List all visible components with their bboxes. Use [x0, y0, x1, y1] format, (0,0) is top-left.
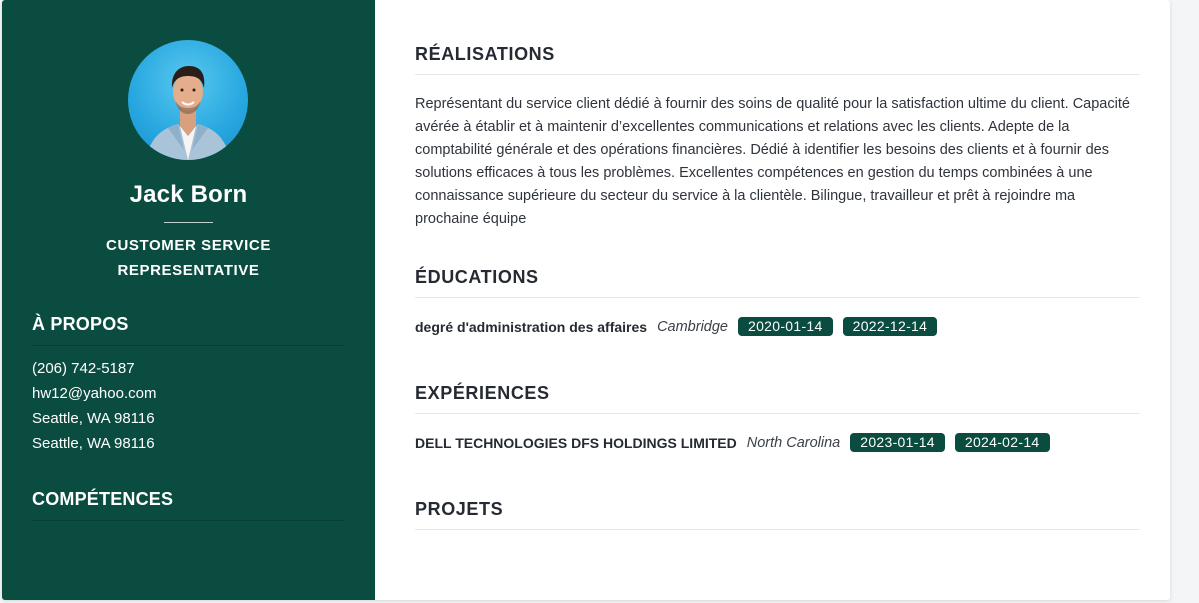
profile-name: Jack Born [129, 181, 248, 208]
achievements-text: Représentant du service client dédié à f… [415, 96, 1130, 227]
projects-heading: PROJETS [415, 499, 504, 519]
experience-start-badge: 2023-01-14 [850, 433, 945, 452]
skills-rule [32, 520, 344, 521]
skills-heading: COMPÉTENCES [32, 489, 174, 509]
education-rule [415, 297, 1140, 298]
experience-heading: EXPÉRIENCES [415, 383, 550, 403]
contact-email: hw12@yahoo.com [32, 385, 157, 402]
projects-rule [415, 529, 1140, 530]
about-heading: À PROPOS [32, 314, 129, 334]
profile-photo [146, 66, 230, 160]
contact-address-secondary: Seattle, WA 98116 [32, 435, 155, 452]
name-divider [164, 222, 213, 223]
about-rule [32, 345, 344, 346]
contact-phone: (206) 742-5187 [32, 360, 135, 377]
education-start-badge: 2020-01-14 [737, 317, 833, 336]
sidebar: Jack Born CUSTOMER SERVICE REPRESENTATIV… [2, 0, 375, 600]
experience-company: DELL TECHNOLOGIES DFS HOLDINGS LIMITED [415, 434, 737, 451]
education-degree: degré d'administration des affaires [415, 318, 648, 335]
experience-rule [415, 413, 1140, 414]
avatar [128, 40, 248, 160]
education-end-badge: 2022-12-14 [842, 317, 938, 336]
resume-card: Jack Born CUSTOMER SERVICE REPRESENTATIV… [2, 0, 1170, 600]
experience-end-badge: 2024-02-14 [954, 433, 1050, 452]
education-location: Cambridge [657, 318, 728, 335]
role-line-2: REPRESENTATIVE [117, 262, 260, 279]
experience-location: North Carolina [746, 434, 841, 451]
achievements-heading: RÉALISATIONS [415, 44, 555, 64]
profile-role: CUSTOMER SERVICE REPRESENTATIVE [2, 233, 375, 283]
role-line-1: CUSTOMER SERVICE [106, 237, 271, 254]
education-heading: ÉDUCATIONS [415, 267, 539, 287]
education-entry: degré d'administration des affaires Camb… [415, 317, 938, 336]
experience-entry: DELL TECHNOLOGIES DFS HOLDINGS LIMITED N… [415, 433, 1050, 452]
contact-info: (206) 742-5187 hw12@yahoo.com Seattle, W… [32, 356, 156, 456]
achievements-rule [415, 74, 1140, 75]
contact-address: Seattle, WA 98116 [32, 410, 155, 427]
